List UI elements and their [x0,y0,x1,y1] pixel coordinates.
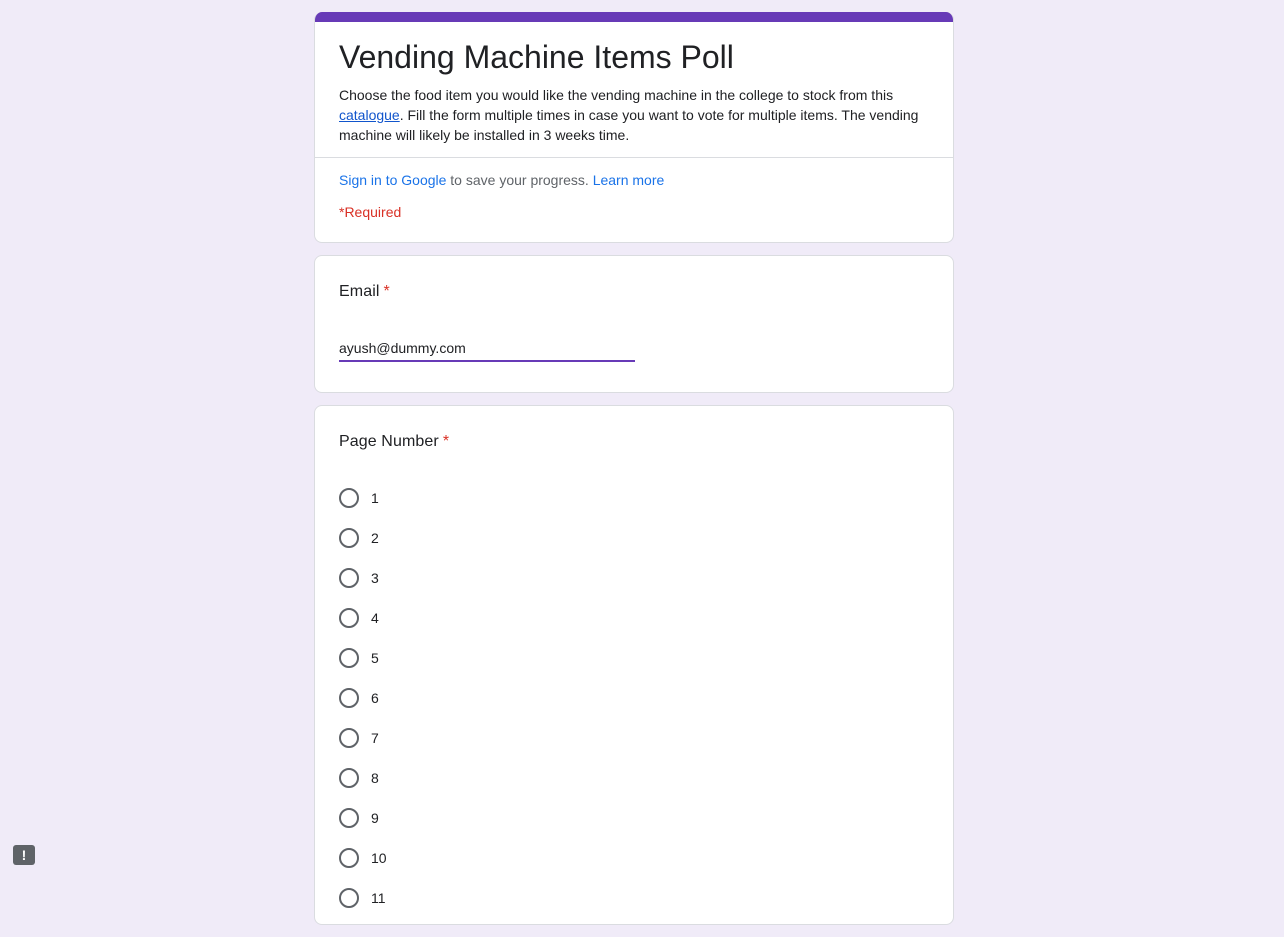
radio-option-label: 3 [371,570,379,586]
radio-button[interactable] [339,528,359,548]
page-number-question-label: Page Number [339,433,439,450]
radio-option[interactable]: 5 [339,638,929,678]
description-text-before: Choose the food item you would like the … [339,87,894,103]
required-note: *Required [339,204,402,220]
catalogue-link[interactable]: catalogue [339,107,400,123]
radio-option[interactable]: 2 [339,518,929,558]
radio-option-label: 5 [371,650,379,666]
page-number-question-card: Page Number * 1 2 3 4 5 6 7 8 9 10 11 [314,405,954,925]
description-text-after: . Fill the form multiple times in case y… [339,107,919,143]
header-signin-section: Sign in to Google to save your progress.… [315,158,953,222]
radio-option-label: 10 [371,850,387,866]
radio-option-label: 1 [371,490,379,506]
page-number-question-title: Page Number * [339,430,929,454]
email-question-label: Email [339,283,380,300]
required-asterisk: * [442,433,450,450]
radio-button[interactable] [339,488,359,508]
signin-line: Sign in to Google to save your progress.… [339,170,929,190]
report-problem-icon: ! [21,847,27,863]
radio-option[interactable]: 10 [339,838,929,878]
radio-option[interactable]: 3 [339,558,929,598]
radio-button[interactable] [339,688,359,708]
radio-option[interactable]: 1 [339,478,929,518]
radio-button[interactable] [339,568,359,588]
radio-option[interactable]: 7 [339,718,929,758]
radio-option-label: 8 [371,770,379,786]
header-title-section: Vending Machine Items Poll Choose the fo… [315,22,953,158]
form-header-card: Vending Machine Items Poll Choose the fo… [314,12,954,243]
radio-button[interactable] [339,768,359,788]
form-description: Choose the food item you would like the … [339,85,929,145]
learn-more-link[interactable]: Learn more [593,172,665,188]
radio-option[interactable]: 4 [339,598,929,638]
radio-option-label: 6 [371,690,379,706]
radio-option[interactable]: 6 [339,678,929,718]
radio-button[interactable] [339,648,359,668]
report-problem-button[interactable]: ! [13,845,35,865]
email-question-title: Email * [339,280,929,304]
signin-text: to save your progress. [446,172,593,188]
radio-button[interactable] [339,808,359,828]
radio-option-label: 9 [371,810,379,826]
radio-button[interactable] [339,728,359,748]
email-field[interactable] [339,336,635,362]
sign-in-link[interactable]: Sign in to Google [339,172,446,188]
radio-option-label: 7 [371,730,379,746]
radio-option[interactable]: 11 [339,878,929,918]
radio-option-label: 2 [371,530,379,546]
email-question-card: Email * [314,255,954,393]
radio-option[interactable]: 9 [339,798,929,838]
radio-option[interactable]: 8 [339,758,929,798]
radio-option-label: 11 [371,890,386,906]
radio-options: 1 2 3 4 5 6 7 8 9 10 11 [339,478,929,918]
radio-button[interactable] [339,888,359,908]
radio-button[interactable] [339,848,359,868]
header-accent-bar [315,12,953,22]
form-container: Vending Machine Items Poll Choose the fo… [314,12,954,937]
required-asterisk: * [383,283,390,300]
radio-button[interactable] [339,608,359,628]
form-title: Vending Machine Items Poll [339,39,734,75]
radio-option-label: 4 [371,610,379,626]
